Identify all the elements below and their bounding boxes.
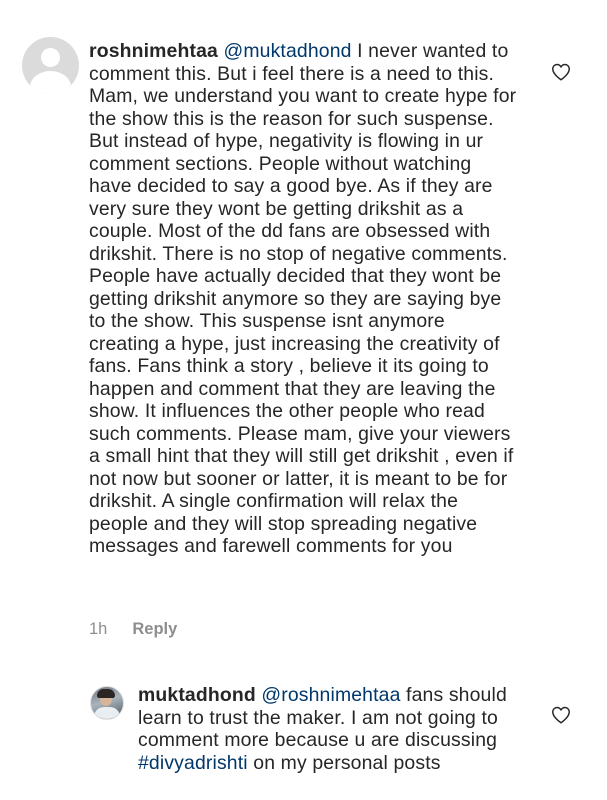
reply-text: muktadhond @roshnimehtaa fans should lea… — [138, 684, 518, 774]
reply-button[interactable]: Reply — [132, 620, 177, 639]
default-avatar-icon[interactable] — [22, 37, 79, 94]
comment-meta: 1h Reply — [89, 620, 177, 639]
reply-body-after: on my personal posts — [247, 751, 441, 774]
heart-outline-icon[interactable] — [550, 704, 572, 726]
avatar-head-shape — [41, 48, 60, 67]
heart-outline-icon[interactable] — [550, 61, 572, 83]
comment-mention[interactable]: @muktadhond — [224, 40, 352, 62]
reply-hashtag[interactable]: #divyadrishti — [138, 752, 248, 774]
reply-username[interactable]: muktadhond — [138, 684, 256, 706]
avatar-body-shape — [94, 707, 120, 719]
avatar-hair-shape — [97, 689, 115, 698]
comment-text: roshnimehtaa @muktadhond I never wanted … — [89, 40, 519, 558]
comment-username[interactable]: roshnimehtaa — [89, 40, 218, 62]
avatar-shoulders-shape — [30, 71, 71, 94]
comment-timestamp: 1h — [89, 620, 108, 638]
comment-body: I never wanted to comment this. But i fe… — [89, 40, 517, 557]
reply-mention[interactable]: @roshnimehtaa — [261, 684, 400, 706]
profile-photo-avatar[interactable] — [90, 686, 124, 720]
